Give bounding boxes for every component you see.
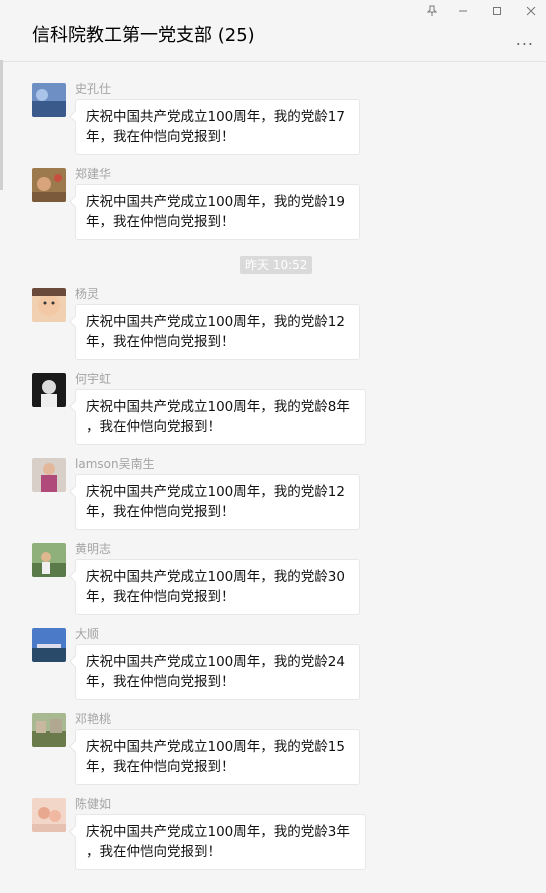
message-text-line: 庆祝中国共产党成立100周年，我的党龄15	[86, 739, 345, 755]
avatar[interactable]	[32, 458, 66, 492]
avatar[interactable]	[32, 713, 66, 747]
avatar[interactable]	[32, 83, 66, 117]
message-text-line: ，我在仲恺向党报到！	[86, 844, 221, 860]
message-text-line: 年，我在仲恺向党报到！	[86, 674, 235, 690]
close-icon[interactable]	[523, 5, 539, 21]
sender-name: 杨灵	[75, 287, 100, 301]
message-bubble[interactable]: 庆祝中国共产党成立100周年，我的党龄3年 ，我在仲恺向党报到！	[75, 814, 366, 870]
message-text-line: ，我在仲恺向党报到！	[86, 419, 221, 435]
message-bubble[interactable]: 庆祝中国共产党成立100周年，我的党龄8年 ，我在仲恺向党报到！	[75, 389, 366, 445]
minimize-icon[interactable]	[455, 5, 471, 21]
message-text-line: 庆祝中国共产党成立100周年，我的党龄17	[86, 109, 345, 125]
message-bubble[interactable]: 庆祝中国共产党成立100周年，我的党龄15 年，我在仲恺向党报到！	[75, 729, 360, 785]
message-text-line: 庆祝中国共产党成立100周年，我的党龄12	[86, 484, 345, 500]
avatar[interactable]	[32, 168, 66, 202]
message-text-line: 年，我在仲恺向党报到！	[86, 214, 235, 230]
chat-header: 信科院教工第一党支部 (25) ...	[0, 0, 546, 62]
maximize-icon[interactable]	[489, 5, 505, 21]
pin-icon[interactable]	[424, 5, 440, 21]
timestamp-badge: 昨天 10:52	[240, 256, 313, 274]
sender-name: 史孔仕	[75, 82, 112, 96]
more-options-icon[interactable]: ...	[516, 30, 534, 49]
sender-name: 黄明志	[75, 542, 112, 556]
message-bubble[interactable]: 庆祝中国共产党成立100周年，我的党龄12 年，我在仲恺向党报到！	[75, 474, 360, 530]
message-text-line: 年，我在仲恺向党报到！	[86, 129, 235, 145]
message-bubble[interactable]: 庆祝中国共产党成立100周年，我的党龄12 年，我在仲恺向党报到！	[75, 304, 360, 360]
message-bubble[interactable]: 庆祝中国共产党成立100周年，我的党龄17 年，我在仲恺向党报到！	[75, 99, 360, 155]
message-text-line: 庆祝中国共产党成立100周年，我的党龄12	[86, 314, 345, 330]
message-text-line: 庆祝中国共产党成立100周年，我的党龄24	[86, 654, 345, 670]
message-bubble[interactable]: 庆祝中国共产党成立100周年，我的党龄19 年，我在仲恺向党报到！	[75, 184, 360, 240]
message-text-line: 庆祝中国共产党成立100周年，我的党龄3年	[86, 824, 350, 840]
avatar[interactable]	[32, 288, 66, 322]
message-text-line: 年，我在仲恺向党报到！	[86, 504, 235, 520]
sender-name: 邓艳桃	[75, 712, 112, 726]
message-bubble[interactable]: 庆祝中国共产党成立100周年，我的党龄24 年，我在仲恺向党报到！	[75, 644, 360, 700]
chat-title: 信科院教工第一党支部 (25)	[32, 25, 255, 46]
message-list: 史孔仕 庆祝中国共产党成立100周年，我的党龄17 年，我在仲恺向党报到！ 郑建…	[0, 62, 546, 893]
message-text-line: 年，我在仲恺向党报到！	[86, 589, 235, 605]
avatar[interactable]	[32, 628, 66, 662]
avatar[interactable]	[32, 373, 66, 407]
avatar[interactable]	[32, 543, 66, 577]
sender-name: 陈健如	[75, 797, 112, 811]
sender-name: 郑建华	[75, 167, 112, 181]
sender-name: lamson吴南生	[75, 457, 155, 471]
message-text-line: 庆祝中国共产党成立100周年，我的党龄19	[86, 194, 345, 210]
message-text-line: 年，我在仲恺向党报到！	[86, 334, 235, 350]
message-text-line: 庆祝中国共产党成立100周年，我的党龄30	[86, 569, 345, 585]
sender-name: 何宇虹	[75, 372, 112, 386]
message-bubble[interactable]: 庆祝中国共产党成立100周年，我的党龄30 年，我在仲恺向党报到！	[75, 559, 360, 615]
sender-name: 大顺	[75, 627, 100, 641]
message-text-line: 年，我在仲恺向党报到！	[86, 759, 235, 775]
message-text-line: 庆祝中国共产党成立100周年，我的党龄8年	[86, 399, 350, 415]
avatar[interactable]	[32, 798, 66, 832]
